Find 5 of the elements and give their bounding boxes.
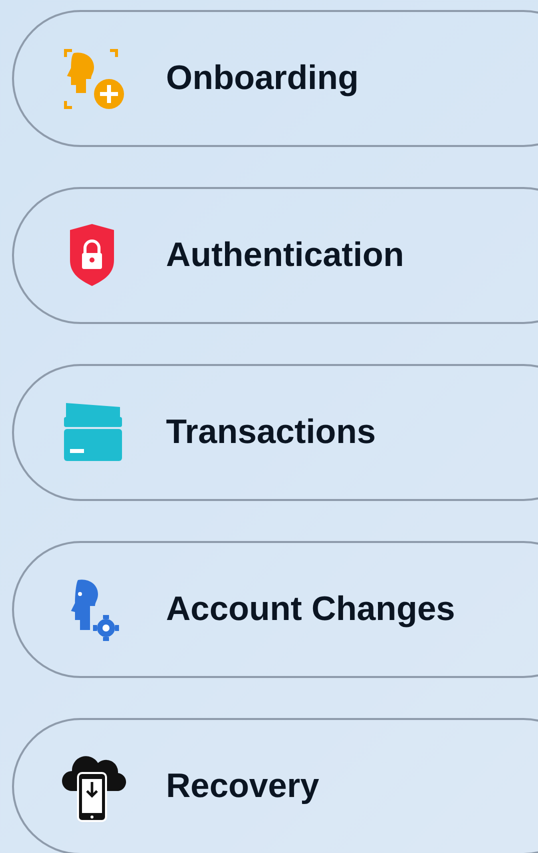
menu-item[interactable]: Transactions: [12, 364, 538, 501]
menu-item[interactable]: Authentication: [12, 187, 538, 324]
menu-item[interactable]: Account Changes: [12, 541, 538, 678]
menu-item[interactable]: Recovery: [12, 718, 538, 853]
menu-item[interactable]: Onboarding: [12, 10, 538, 147]
